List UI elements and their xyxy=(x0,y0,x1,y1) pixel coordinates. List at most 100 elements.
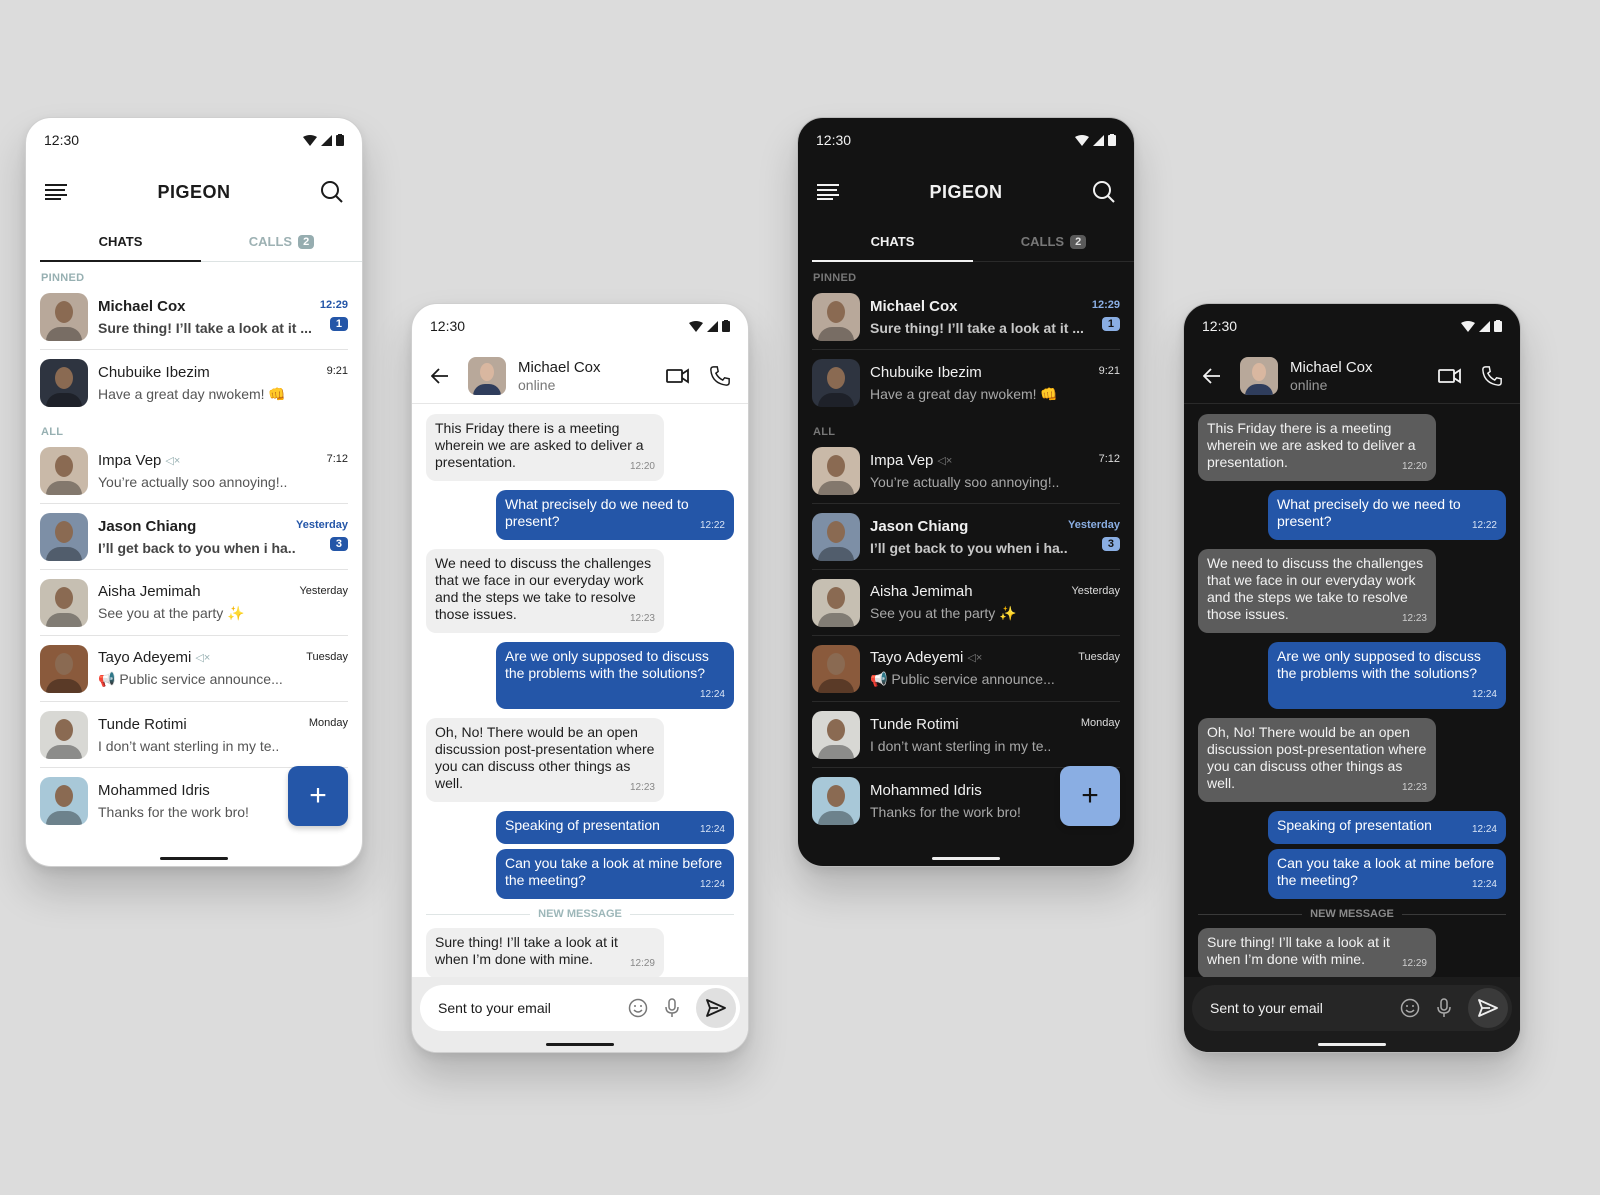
signal-icon xyxy=(1479,320,1490,332)
send-button[interactable] xyxy=(696,988,736,1028)
message-text: Sure thing! I’ll take a look at it when … xyxy=(1207,934,1390,967)
message-incoming[interactable]: This Friday there is a meeting wherein w… xyxy=(426,414,664,481)
status-time: 12:30 xyxy=(1202,318,1238,334)
composer xyxy=(1184,977,1520,1052)
message-outgoing[interactable]: Speaking of presentation 12:24 xyxy=(496,811,734,844)
status-time: 12:30 xyxy=(430,318,466,334)
phone-icon xyxy=(710,365,730,386)
menu-button[interactable] xyxy=(42,178,70,206)
new-chat-button[interactable]: + xyxy=(1060,766,1120,826)
tab-calls[interactable]: CALLS 2 xyxy=(973,222,1134,261)
chat-list-item[interactable]: Aisha Jemimah See you at the party ✨ Yes… xyxy=(812,570,1120,636)
message-text: Are we only supposed to discuss the prob… xyxy=(505,648,709,681)
section-label-pinned: PINNED xyxy=(813,272,857,284)
chat-list-item[interactable]: Chubuike Ibezim Have a great day nwokem!… xyxy=(40,350,348,416)
message-preview: I’ll get back to you when i ha.. xyxy=(98,539,296,556)
menu-button[interactable] xyxy=(814,178,842,206)
voice-call-button[interactable] xyxy=(706,362,734,390)
message-time: 12:24 xyxy=(1471,689,1497,700)
muted-icon: ◁× xyxy=(937,454,953,467)
signal-icon xyxy=(321,134,332,146)
emoji-icon xyxy=(628,998,648,1018)
contact-name: Chubuike Ibezim xyxy=(870,363,982,381)
message-incoming[interactable]: We need to discuss the challenges that w… xyxy=(426,549,664,633)
message-input[interactable] xyxy=(1210,1000,1396,1016)
chat-list-item[interactable]: Aisha Jemimah See you at the party ✨ Yes… xyxy=(40,570,348,636)
video-call-button[interactable] xyxy=(664,362,692,390)
back-button[interactable] xyxy=(426,362,454,390)
send-icon xyxy=(1478,999,1498,1017)
search-button[interactable] xyxy=(318,178,346,206)
home-indicator xyxy=(932,857,1000,860)
unread-badge: 1 xyxy=(329,317,348,331)
chat-list-item[interactable]: Tunde Rotimi I don’t want sterling in my… xyxy=(812,702,1120,768)
avatar xyxy=(812,644,860,693)
contact-status: online xyxy=(518,376,556,393)
message-incoming[interactable]: Sure thing! I’ll take a look at it when … xyxy=(1198,928,1436,978)
tab-calls[interactable]: CALLS 2 xyxy=(201,222,362,261)
message-text: We need to discuss the challenges that w… xyxy=(1207,555,1424,622)
emoji-button[interactable] xyxy=(624,994,652,1022)
microphone-icon xyxy=(1437,998,1451,1017)
message-preview: You’re actually soo annoying!.. xyxy=(870,473,1060,490)
mic-button[interactable] xyxy=(1430,994,1458,1022)
status-bar: 12:30 xyxy=(412,304,748,348)
mic-button[interactable] xyxy=(658,994,686,1022)
message-outgoing[interactable]: Can you take a look at mine before the m… xyxy=(1268,849,1506,899)
message-outgoing[interactable]: Are we only supposed to discuss the prob… xyxy=(1268,642,1506,709)
chat-list-item[interactable]: Jason Chiang I’ll get back to you when i… xyxy=(812,504,1120,570)
contact-name: Tayo Adeyemi xyxy=(870,649,964,666)
timestamp: 9:21 xyxy=(1098,365,1120,377)
message-input[interactable] xyxy=(438,1000,624,1016)
message-incoming[interactable]: Oh, No! There would be an open discussio… xyxy=(1198,718,1436,802)
back-button[interactable] xyxy=(1198,362,1226,390)
video-camera-icon xyxy=(1438,367,1461,384)
message-incoming[interactable]: This Friday there is a meeting wherein w… xyxy=(1198,414,1436,481)
chat-list-item[interactable]: Impa Vep ◁× You’re actually soo annoying!… xyxy=(812,438,1120,504)
tab-chats[interactable]: CHATS xyxy=(40,222,201,262)
contact-avatar[interactable] xyxy=(1240,356,1278,395)
message-time: 12:24 xyxy=(1471,879,1497,890)
contact-name: Tayo Adeyemi xyxy=(98,649,192,666)
timestamp: Yesterday xyxy=(1068,519,1120,531)
message-incoming[interactable]: Oh, No! There would be an open discussio… xyxy=(426,718,664,802)
microphone-icon xyxy=(665,998,679,1017)
avatar xyxy=(812,446,860,495)
contact-name: Aisha Jemimah xyxy=(98,583,201,600)
contact-name: Tunde Rotimi xyxy=(98,715,187,733)
message-incoming[interactable]: We need to discuss the challenges that w… xyxy=(1198,549,1436,633)
chat-list-item[interactable]: Michael Cox Sure thing! I’ll take a look… xyxy=(812,284,1120,350)
chat-list-item[interactable]: Tayo Adeyemi ◁× 📢 Public service announce… xyxy=(40,636,348,702)
contact-name: Aisha Jemimah xyxy=(870,583,973,600)
message-outgoing[interactable]: Speaking of presentation 12:24 xyxy=(1268,811,1506,844)
chat-list-item[interactable]: Michael Cox Sure thing! I’ll take a look… xyxy=(40,284,348,350)
contact-avatar[interactable] xyxy=(468,356,506,395)
message-text: This Friday there is a meeting wherein w… xyxy=(435,420,644,470)
message-outgoing[interactable]: What precisely do we need to present? 12:… xyxy=(1268,490,1506,540)
message-text: What precisely do we need to present? xyxy=(1277,496,1461,529)
message-text: Speaking of presentation xyxy=(505,817,660,833)
send-button[interactable] xyxy=(1468,988,1508,1028)
conversation-header: Michael Cox online xyxy=(412,348,748,404)
message-time: 12:24 xyxy=(699,824,725,835)
contact-name: Michael Cox xyxy=(1290,358,1373,376)
search-button[interactable] xyxy=(1090,178,1118,206)
phone-light-conversation: 12:30 Michael Cox online This Friday the… xyxy=(411,303,749,1053)
message-outgoing[interactable]: Can you take a look at mine before the m… xyxy=(496,849,734,899)
chat-list-item[interactable]: Chubuike Ibezim Have a great day nwokem!… xyxy=(812,350,1120,416)
message-time: 12:22 xyxy=(699,520,725,531)
timestamp: Yesterday xyxy=(299,585,348,597)
tab-chats[interactable]: CHATS xyxy=(812,222,973,262)
message-incoming[interactable]: Sure thing! I’ll take a look at it when … xyxy=(426,928,664,978)
chat-list-item[interactable]: Impa Vep ◁× You’re actually soo annoying!… xyxy=(40,438,348,504)
message-outgoing[interactable]: Are we only supposed to discuss the prob… xyxy=(496,642,734,709)
chat-list-item[interactable]: Jason Chiang I’ll get back to you when i… xyxy=(40,504,348,570)
message-outgoing[interactable]: What precisely do we need to present? 12:… xyxy=(496,490,734,540)
contact-name: Jason Chiang xyxy=(870,517,969,535)
chat-list-item[interactable]: Tunde Rotimi I don’t want sterling in my… xyxy=(40,702,348,768)
video-call-button[interactable] xyxy=(1436,362,1464,390)
emoji-button[interactable] xyxy=(1396,994,1424,1022)
voice-call-button[interactable] xyxy=(1478,362,1506,390)
chat-list-item[interactable]: Tayo Adeyemi ◁× 📢 Public service announce… xyxy=(812,636,1120,702)
new-chat-button[interactable]: + xyxy=(288,766,348,826)
